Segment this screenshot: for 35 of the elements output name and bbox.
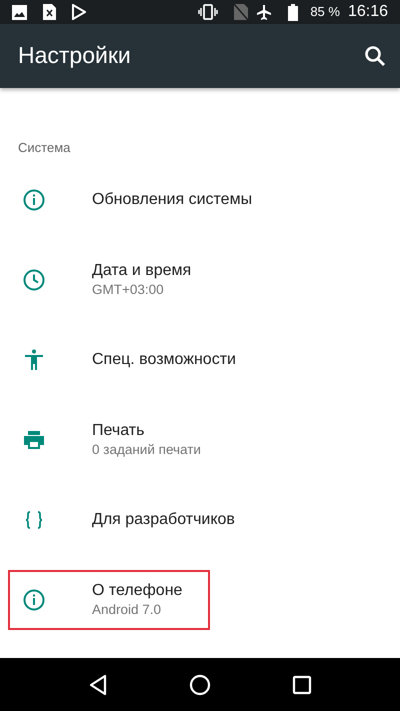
vibrate-icon — [198, 4, 218, 20]
item-subtitle: Android 7.0 — [92, 601, 162, 619]
settings-item[interactable]: О телефоне Android 7.0 — [8, 570, 210, 630]
item-subtitle: GMT+03:00 — [92, 281, 165, 299]
screen-title: Настройки — [18, 42, 131, 70]
item-title: Печать — [92, 421, 146, 441]
settings-item[interactable]: Печать 0 заданий печати — [8, 410, 229, 470]
settings-item[interactable]: Спец. возможности — [8, 330, 264, 390]
back-icon[interactable] — [88, 674, 108, 696]
battery-percent: 85 % — [310, 3, 340, 22]
info-icon — [22, 188, 46, 212]
item-title: О телефоне — [92, 581, 182, 601]
clock-icon — [22, 268, 46, 292]
settings-item[interactable]: Для разработчиков — [8, 490, 263, 550]
printer-icon — [22, 428, 46, 452]
home-icon[interactable] — [188, 674, 211, 696]
section-header: Система — [17, 139, 72, 157]
info-icon — [22, 588, 46, 612]
no-sim-icon — [234, 4, 248, 20]
image-icon — [12, 4, 27, 20]
battery-icon — [288, 4, 298, 20]
item-title: Для разработчиков — [92, 510, 235, 530]
item-title: Обновления системы — [92, 190, 252, 210]
settings-item[interactable]: Обновления системы — [8, 170, 280, 230]
recents-icon[interactable] — [292, 674, 312, 694]
settings-item[interactable]: Дата и время GMT+03:00 — [8, 250, 220, 310]
search-icon[interactable] — [364, 45, 386, 67]
clock-time: 16:16 — [348, 2, 388, 22]
item-subtitle: 0 заданий печати — [92, 441, 201, 459]
airplane-icon — [256, 4, 272, 20]
item-title: Спец. возможности — [92, 350, 236, 370]
play-icon — [72, 4, 86, 20]
item-title: Дата и время — [92, 261, 192, 281]
accessibility-icon — [22, 348, 46, 372]
sim-card-icon — [43, 4, 56, 20]
